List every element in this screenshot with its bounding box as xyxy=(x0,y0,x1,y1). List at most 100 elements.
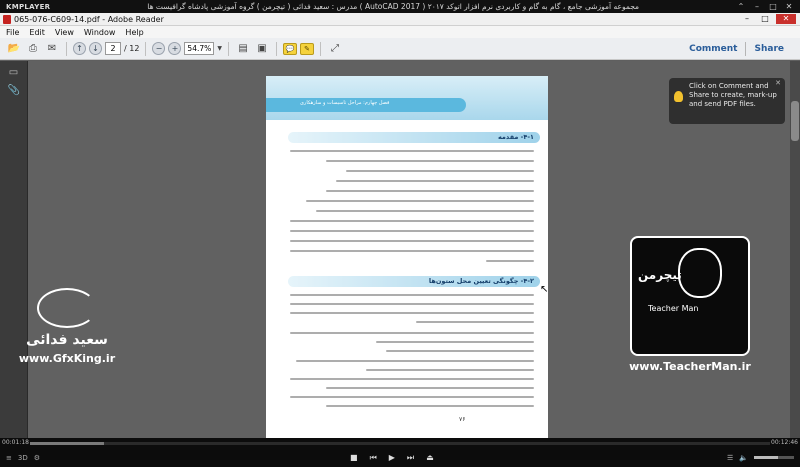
section-heading-2-text: ۴-۲- چگونگی تعیین محل ستون‌ها xyxy=(428,277,534,285)
stop-icon[interactable]: ■ xyxy=(350,453,358,463)
kmplayer-titlebar: KMPLAYER مجموعه آموزشی جامع ، گام به گام… xyxy=(0,0,800,13)
open-icon[interactable]: 📂 xyxy=(6,41,22,57)
play-icon[interactable]: ▶ xyxy=(389,453,395,463)
watermark-right: تیچرمن Teacher Man www.TeacherMan.ir xyxy=(620,236,760,373)
section-heading-1: ۴-۱- مقدمه xyxy=(288,132,540,143)
playlist-icon[interactable]: ☰ xyxy=(727,454,733,462)
menu-help[interactable]: Help xyxy=(125,28,143,37)
seek-bar[interactable] xyxy=(30,442,770,445)
page-number: ۷۶ xyxy=(459,416,466,423)
text-line xyxy=(290,220,534,222)
comment-bubble-icon[interactable]: 💬 xyxy=(283,42,298,55)
playback-controls: ■ ⏮ ▶ ⏭ ⏏ xyxy=(350,453,434,463)
toolbar-divider xyxy=(145,41,147,56)
text-line xyxy=(296,360,534,362)
next-page-icon[interactable]: ↓ xyxy=(89,42,102,55)
text-line xyxy=(290,230,534,232)
toolbar-divider xyxy=(320,41,322,56)
settings-icon[interactable]: ⚙ xyxy=(34,454,40,462)
watermark-left: سعید فدائی www.GfxKing.ir xyxy=(12,288,122,365)
pdf-icon xyxy=(3,14,11,24)
page-total: / 12 xyxy=(124,44,140,53)
tooltip-close-icon[interactable]: ✕ xyxy=(775,79,781,88)
text-line xyxy=(376,341,534,343)
speaker-icon[interactable]: 🔈 xyxy=(739,454,748,462)
navigation-pane: ▭ 📎 xyxy=(0,61,28,438)
menu-window[interactable]: Window xyxy=(84,28,116,37)
text-line xyxy=(290,240,534,242)
next-icon[interactable]: ⏭ xyxy=(407,453,414,463)
attachment-icon[interactable]: 📎 xyxy=(8,85,20,97)
text-line xyxy=(290,332,534,334)
text-line xyxy=(326,387,534,389)
email-icon[interactable]: ✉ xyxy=(44,41,60,57)
reader-window-title: 065-076-C609-14.pdf - Adobe Reader xyxy=(14,14,164,24)
fit-width-icon[interactable]: ▣ xyxy=(254,41,270,57)
scrollbar-thumb[interactable] xyxy=(791,101,799,141)
pdf-page: فصل چهارم: مراحل تاسیسات و سازهکاری ۴-۱-… xyxy=(266,76,548,438)
menu-edit[interactable]: Edit xyxy=(29,28,45,37)
adobe-reader-window: 065-076-C609-14.pdf - Adobe Reader – □ ✕… xyxy=(0,13,800,438)
reader-minimize-icon[interactable]: – xyxy=(740,14,754,24)
close-icon[interactable]: ✕ xyxy=(784,2,794,11)
print-icon[interactable]: ⎙ xyxy=(25,41,41,57)
text-line xyxy=(336,180,534,182)
text-line xyxy=(290,303,534,305)
menu-view[interactable]: View xyxy=(55,28,74,37)
menu-file[interactable]: File xyxy=(6,28,19,37)
reader-titlebar: 065-076-C609-14.pdf - Adobe Reader – □ ✕ xyxy=(0,13,800,26)
reader-close-icon[interactable]: ✕ xyxy=(776,14,796,24)
volume-slider[interactable] xyxy=(754,456,794,459)
3d-icon[interactable]: 3D xyxy=(18,454,28,462)
text-line xyxy=(290,294,534,296)
page-number-input[interactable]: 2 xyxy=(105,42,121,55)
zoom-dropdown-icon[interactable]: ▼ xyxy=(217,45,222,52)
previous-icon[interactable]: ⏮ xyxy=(370,453,377,463)
text-line xyxy=(386,350,534,352)
watermark-right-en: Teacher Man xyxy=(648,304,699,313)
tooltip-text: Click on Comment and Share to create, ma… xyxy=(689,82,777,108)
toolbar-divider xyxy=(228,41,230,56)
prev-page-icon[interactable]: ↑ xyxy=(73,42,86,55)
text-line xyxy=(416,321,534,323)
text-line xyxy=(290,396,534,398)
fullscreen-icon[interactable]: ⤢ xyxy=(327,41,343,57)
zoom-out-icon[interactable]: − xyxy=(152,42,166,55)
text-line xyxy=(346,170,534,172)
toolbar: 📂 ⎙ ✉ ↑ ↓ 2 / 12 − + 54.7% ▼ ▤ ▣ 💬 ✎ ⤢ C… xyxy=(0,38,800,60)
teacherman-illustration: تیچرمن Teacher Man xyxy=(630,236,750,356)
reader-maximize-icon[interactable]: □ xyxy=(758,14,772,24)
pages-thumbnail-icon[interactable]: ▭ xyxy=(8,67,20,79)
text-line xyxy=(290,378,534,380)
comment-button[interactable]: Comment xyxy=(681,44,745,54)
text-line xyxy=(326,160,534,162)
kmplayer-title: مجموعه آموزشی جامع ، گام به گام و کاربرد… xyxy=(147,2,640,11)
page-header: فصل چهارم: مراحل تاسیسات و سازهکاری xyxy=(266,76,548,120)
header-band-text: فصل چهارم: مراحل تاسیسات و سازهکاری xyxy=(300,100,390,106)
zoom-field[interactable]: 54.7% xyxy=(184,42,215,55)
highlight-icon[interactable]: ✎ xyxy=(300,42,315,55)
time-total: 00:12:46 xyxy=(771,439,798,446)
time-elapsed: 00:01:18 xyxy=(2,439,29,446)
text-line xyxy=(326,190,534,192)
control-right-group: ☰ 🔈 xyxy=(727,454,794,462)
fit-page-icon[interactable]: ▤ xyxy=(235,41,251,57)
text-line xyxy=(290,250,534,252)
menu-icon[interactable]: ≡ xyxy=(6,454,12,462)
section-heading-2: ۴-۲- چگونگی تعیین محل ستون‌ها xyxy=(288,276,540,287)
text-line xyxy=(316,210,534,212)
share-button[interactable]: Share xyxy=(746,44,792,54)
volume-level xyxy=(754,456,778,459)
kmplayer-window-controls: ⌃ – □ ✕ xyxy=(736,2,794,11)
maximize-icon[interactable]: □ xyxy=(768,2,778,11)
toolbar-right: Comment Share xyxy=(681,38,792,60)
zoom-in-icon[interactable]: + xyxy=(168,42,182,55)
pin-icon[interactable]: ⌃ xyxy=(736,2,746,11)
toolbar-divider xyxy=(276,41,278,56)
eject-icon[interactable]: ⏏ xyxy=(426,453,434,463)
minimize-icon[interactable]: – xyxy=(752,2,762,11)
control-left-group: ≡ 3D ⚙ xyxy=(6,454,40,462)
caricature-face xyxy=(678,248,722,298)
lightbulb-icon xyxy=(674,91,683,102)
vertical-scrollbar[interactable] xyxy=(790,61,800,438)
